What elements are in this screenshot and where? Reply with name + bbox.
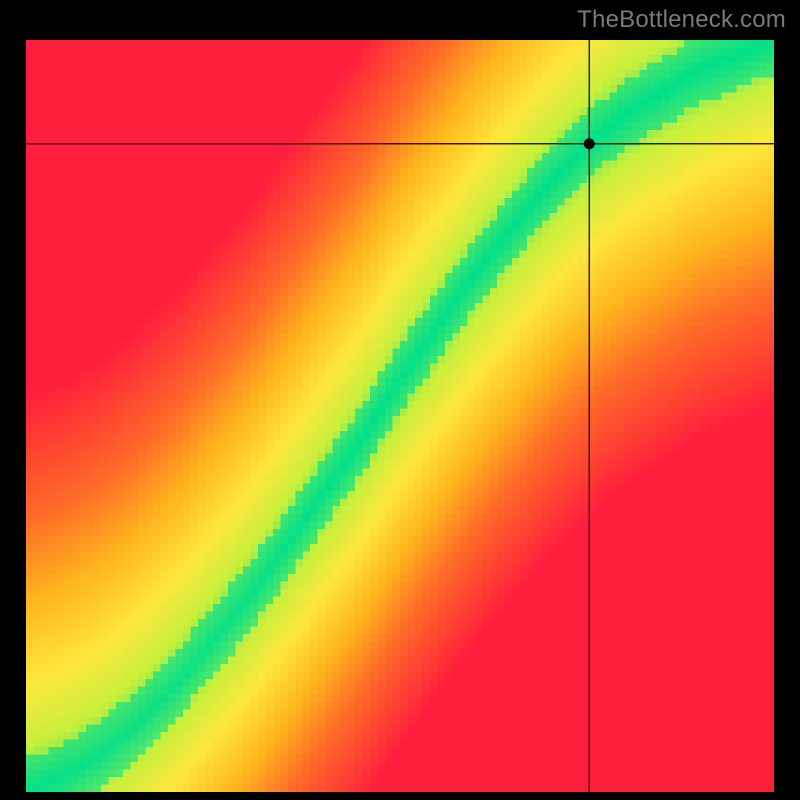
marker-dot xyxy=(584,138,595,149)
watermark: TheBottleneck.com xyxy=(577,6,786,34)
overlay-svg xyxy=(26,40,774,792)
chart-frame: TheBottleneck.com xyxy=(0,0,800,800)
